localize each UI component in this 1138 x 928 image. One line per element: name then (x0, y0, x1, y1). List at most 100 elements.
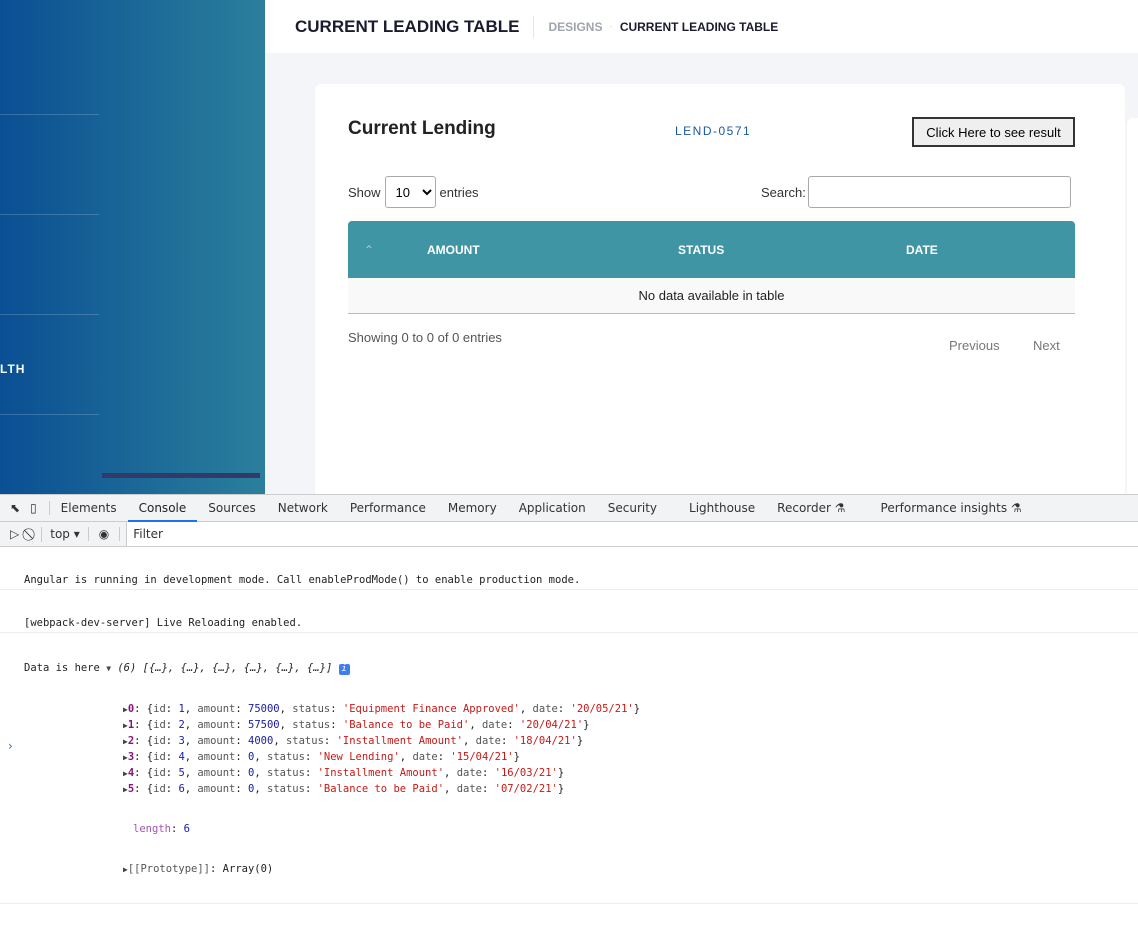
sidebar-toggle-icon[interactable]: ▷ (0, 527, 27, 541)
flask-icon: ⚗ (1010, 500, 1022, 515)
entries-select[interactable]: 10 (384, 176, 436, 208)
header: CURRENT LEADING TABLE DESIGNS · CURRENT … (265, 0, 1138, 53)
item-amount: 4000 (248, 735, 274, 747)
console-toolbar: ▷ ⃠ top ▾ ◉ Filter (0, 522, 1138, 547)
divider (0, 414, 99, 415)
tab-lighthouse[interactable]: Lighthouse (668, 495, 766, 522)
entries-control: Show 10 entries (348, 176, 479, 208)
breadcrumb-current: CURRENT LEADING TABLE (619, 19, 779, 34)
lend-id: LEND-0571 (675, 124, 752, 138)
tab-recorder[interactable]: Recorder ⚗ (766, 495, 856, 522)
breadcrumb-designs[interactable]: DESIGNS (548, 20, 602, 34)
array-item[interactable]: ▶1: {id: 2, amount: 57500, status: 'Bala… (0, 717, 1138, 733)
lending-card: Current Lending LEND-0571 Click Here to … (315, 84, 1125, 494)
empty-row: No data available in table (348, 278, 1075, 314)
item-amount: 0 (248, 783, 255, 795)
tab-memory[interactable]: Memory (437, 495, 508, 522)
previous-button[interactable]: Previous (949, 338, 1000, 353)
sidebar-item-health[interactable]: LTH (0, 362, 25, 376)
item-status: 'Installment Amount' (336, 735, 463, 747)
item-id: 6 (178, 783, 185, 795)
data-log-header[interactable]: Data is here ▼ (6) [{…}, {…}, {…}, {…}, … (0, 657, 1138, 677)
item-date: '16/03/21' (494, 767, 558, 779)
entries-label: entries (439, 184, 479, 200)
next-button[interactable]: Next (1033, 338, 1060, 353)
show-label: Show (348, 184, 381, 200)
item-status: 'Installment Amount' (317, 767, 445, 779)
log-summary: (6) [{…}, {…}, {…}, {…}, {…}, {…}] (117, 662, 333, 674)
item-index: 2 (127, 735, 135, 747)
item-index: 3 (127, 751, 135, 763)
sort-chevron-up-icon[interactable]: ⌃ (364, 243, 374, 257)
flask-icon: ⚗ (834, 500, 846, 515)
inspect-icon[interactable]: ⬉ (0, 501, 26, 515)
array-item[interactable]: ▶5: {id: 6, amount: 0, status: 'Balance … (0, 781, 1138, 797)
item-date: '15/04/21' (450, 751, 514, 763)
array-item[interactable]: ▶0: {id: 1, amount: 75000, status: 'Equi… (0, 701, 1138, 717)
item-date: '07/02/21' (494, 783, 558, 795)
tab-console[interactable]: Console (127, 495, 198, 522)
item-index: 5 (127, 783, 135, 795)
search-control: Search: (761, 176, 1071, 208)
console-message: [webpack-dev-server] Live Reloading enab… (0, 614, 1138, 633)
see-result-button[interactable]: Click Here to see result (912, 117, 1075, 147)
item-index: 4 (127, 767, 135, 779)
item-id: 3 (178, 735, 185, 747)
live-expression-eye-icon[interactable]: ◉ (89, 527, 121, 541)
length-line: length: 6 (133, 823, 190, 835)
item-date: '20/05/21' (570, 703, 634, 715)
tab-performance[interactable]: Performance (339, 495, 437, 522)
divider (0, 214, 99, 215)
app: LTH CURRENT LEADING TABLE DESIGNS · CURR… (0, 0, 1138, 494)
array-items: ▶0: {id: 1, amount: 75000, status: 'Equi… (0, 701, 1138, 797)
tab-performance-insights[interactable]: Performance insights ⚗ (857, 495, 1033, 522)
search-label: Search: (761, 184, 806, 200)
side-card (1127, 118, 1138, 494)
item-index: 1 (127, 719, 135, 731)
tab-recorder-label: Recorder (777, 500, 831, 515)
item-status: 'Equipment Finance Approved' (342, 703, 520, 715)
devtools: ⬉ ▯ Elements Console Sources Network Per… (0, 494, 1138, 904)
console-prompt-icon[interactable]: › (8, 739, 13, 753)
breadcrumb-separator: · (609, 21, 613, 32)
length-value: 6 (183, 823, 190, 835)
item-amount: 57500 (248, 719, 280, 731)
sidebar-scrollbar[interactable] (102, 473, 260, 478)
clear-console-icon[interactable]: ⃠ (27, 526, 43, 542)
divider (0, 114, 99, 115)
devtools-tabs: ⬉ ▯ Elements Console Sources Network Per… (0, 494, 1138, 522)
array-item[interactable]: ▶3: {id: 4, amount: 0, status: 'New Lend… (0, 749, 1138, 765)
tab-network[interactable]: Network (267, 495, 339, 522)
lending-table: ⌃ AMOUNT STATUS DATE No data available i… (348, 221, 1075, 314)
context-select[interactable]: top ▾ (42, 527, 89, 541)
item-status: 'Balance to be Paid' (342, 719, 470, 731)
item-id: 2 (178, 719, 185, 731)
sidebar: LTH (0, 0, 265, 494)
table-info: Showing 0 to 0 of 0 entries (348, 330, 502, 345)
tab-security[interactable]: Security (597, 495, 668, 522)
log-label: Data is here (24, 662, 100, 674)
tab-application[interactable]: Application (508, 495, 597, 522)
item-amount: 0 (248, 767, 255, 779)
column-status[interactable]: STATUS (678, 243, 724, 257)
console-message: Angular is running in development mode. … (0, 571, 1138, 590)
array-item[interactable]: ▶2: {id: 3, amount: 4000, status: 'Insta… (0, 733, 1138, 749)
tab-sources[interactable]: Sources (197, 495, 266, 522)
prototype-value: Array(0) (222, 863, 274, 875)
column-date[interactable]: DATE (906, 243, 938, 257)
expand-triangle-icon[interactable]: ▼ (106, 664, 111, 673)
tab-perf-insights-label: Performance insights (880, 500, 1008, 515)
column-amount[interactable]: AMOUNT (427, 243, 480, 257)
search-input[interactable] (807, 176, 1071, 208)
item-amount: 75000 (248, 703, 280, 715)
filter-input[interactable]: Filter (126, 522, 1138, 546)
tab-elements[interactable]: Elements (50, 495, 128, 522)
divider (0, 314, 99, 315)
device-toggle-icon[interactable]: ▯ (26, 501, 50, 515)
item-status: 'New Lending' (317, 751, 400, 763)
card-title: Current Lending (348, 118, 496, 139)
item-amount: 0 (248, 751, 255, 763)
prototype-line[interactable]: ▶[[Prototype]]: Array(0) (0, 861, 1138, 877)
info-icon[interactable]: i (338, 664, 350, 675)
item-id: 4 (178, 751, 185, 763)
